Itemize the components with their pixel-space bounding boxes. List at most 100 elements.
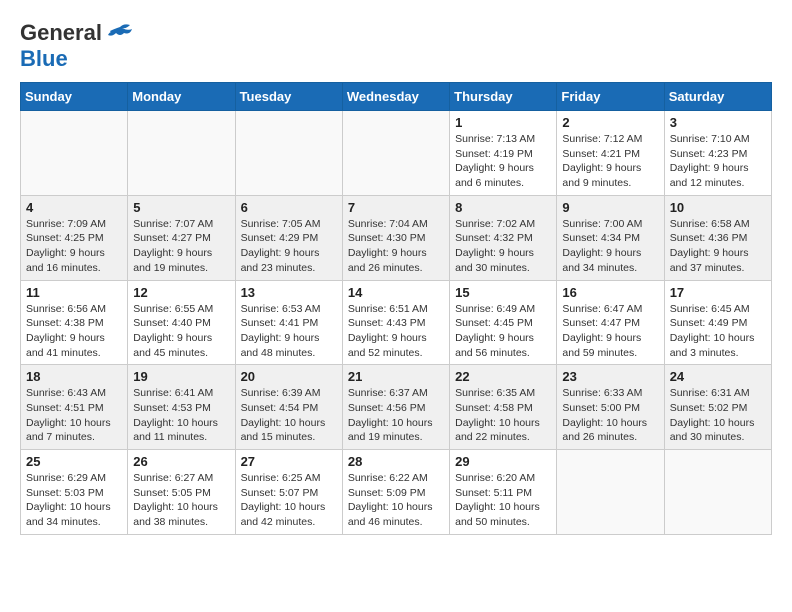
- day-number: 11: [26, 285, 122, 300]
- day-info: Sunrise: 6:20 AMSunset: 5:11 PMDaylight:…: [455, 471, 551, 530]
- day-info: Sunrise: 7:07 AMSunset: 4:27 PMDaylight:…: [133, 217, 229, 276]
- calendar-cell: 13 Sunrise: 6:53 AMSunset: 4:41 PMDayligh…: [235, 280, 342, 365]
- day-number: 10: [670, 200, 766, 215]
- day-info: Sunrise: 7:00 AMSunset: 4:34 PMDaylight:…: [562, 217, 658, 276]
- day-info: Sunrise: 6:35 AMSunset: 4:58 PMDaylight:…: [455, 386, 551, 445]
- day-info: Sunrise: 6:55 AMSunset: 4:40 PMDaylight:…: [133, 302, 229, 361]
- calendar-cell: [128, 111, 235, 196]
- day-number: 16: [562, 285, 658, 300]
- day-info: Sunrise: 6:25 AMSunset: 5:07 PMDaylight:…: [241, 471, 337, 530]
- header-sunday: Sunday: [21, 83, 128, 111]
- page-header: General Blue: [20, 20, 772, 72]
- calendar-cell: 26Sunrise: 6:27 AMSunset: 5:05 PMDayligh…: [128, 450, 235, 535]
- calendar-cell: 4 Sunrise: 7:09 AMSunset: 4:25 PMDaylight…: [21, 195, 128, 280]
- day-info: Sunrise: 6:31 AMSunset: 5:02 PMDaylight:…: [670, 386, 766, 445]
- day-info: Sunrise: 7:04 AMSunset: 4:30 PMDaylight:…: [348, 217, 444, 276]
- day-number: 27: [241, 454, 337, 469]
- day-info: Sunrise: 7:02 AMSunset: 4:32 PMDaylight:…: [455, 217, 551, 276]
- calendar-cell: 15 Sunrise: 6:49 AMSunset: 4:45 PMDayligh…: [450, 280, 557, 365]
- day-number: 13: [241, 285, 337, 300]
- calendar-header-row: SundayMondayTuesdayWednesdayThursdayFrid…: [21, 83, 772, 111]
- calendar-cell: 9 Sunrise: 7:00 AMSunset: 4:34 PMDaylight…: [557, 195, 664, 280]
- header-tuesday: Tuesday: [235, 83, 342, 111]
- calendar-cell: 25 Sunrise: 6:29 AMSunset: 5:03 PMDayligh…: [21, 450, 128, 535]
- day-info: Sunrise: 6:45 AMSunset: 4:49 PMDaylight:…: [670, 302, 766, 361]
- day-info: Sunrise: 6:22 AMSunset: 5:09 PMDaylight:…: [348, 471, 444, 530]
- day-info: Sunrise: 7:12 AMSunset: 4:21 PMDaylight:…: [562, 132, 658, 191]
- day-number: 23: [562, 369, 658, 384]
- calendar-cell: 27 Sunrise: 6:25 AMSunset: 5:07 PMDayligh…: [235, 450, 342, 535]
- calendar-cell: 18 Sunrise: 6:43 AMSunset: 4:51 PMDayligh…: [21, 365, 128, 450]
- day-number: 22: [455, 369, 551, 384]
- calendar-cell: 2 Sunrise: 7:12 AMSunset: 4:21 PMDaylight…: [557, 111, 664, 196]
- calendar-week-row: 18 Sunrise: 6:43 AMSunset: 4:51 PMDayligh…: [21, 365, 772, 450]
- day-info: Sunrise: 6:43 AMSunset: 4:51 PMDaylight:…: [26, 386, 122, 445]
- day-number: 7: [348, 200, 444, 215]
- calendar-cell: 7 Sunrise: 7:04 AMSunset: 4:30 PMDaylight…: [342, 195, 449, 280]
- day-info: Sunrise: 6:49 AMSunset: 4:45 PMDaylight:…: [455, 302, 551, 361]
- calendar-cell: 3 Sunrise: 7:10 AMSunset: 4:23 PMDaylight…: [664, 111, 771, 196]
- calendar-cell: 22 Sunrise: 6:35 AMSunset: 4:58 PMDayligh…: [450, 365, 557, 450]
- calendar-cell: 8Sunrise: 7:02 AMSunset: 4:32 PMDaylight…: [450, 195, 557, 280]
- day-number: 14: [348, 285, 444, 300]
- calendar-cell: [21, 111, 128, 196]
- day-number: 5: [133, 200, 229, 215]
- calendar-cell: 1 Sunrise: 7:13 AMSunset: 4:19 PMDaylight…: [450, 111, 557, 196]
- day-number: 18: [26, 369, 122, 384]
- day-number: 20: [241, 369, 337, 384]
- calendar-cell: 12 Sunrise: 6:55 AMSunset: 4:40 PMDayligh…: [128, 280, 235, 365]
- day-number: 15: [455, 285, 551, 300]
- calendar-cell: 29 Sunrise: 6:20 AMSunset: 5:11 PMDayligh…: [450, 450, 557, 535]
- calendar-cell: 17Sunrise: 6:45 AMSunset: 4:49 PMDayligh…: [664, 280, 771, 365]
- day-info: Sunrise: 6:27 AMSunset: 5:05 PMDaylight:…: [133, 471, 229, 530]
- logo-blue-text: Blue: [20, 46, 68, 71]
- day-number: 24: [670, 369, 766, 384]
- day-number: 3: [670, 115, 766, 130]
- day-info: Sunrise: 7:05 AMSunset: 4:29 PMDaylight:…: [241, 217, 337, 276]
- day-info: Sunrise: 6:41 AMSunset: 4:53 PMDaylight:…: [133, 386, 229, 445]
- calendar-cell: 24 Sunrise: 6:31 AMSunset: 5:02 PMDayligh…: [664, 365, 771, 450]
- calendar-week-row: 4 Sunrise: 7:09 AMSunset: 4:25 PMDaylight…: [21, 195, 772, 280]
- day-info: Sunrise: 7:10 AMSunset: 4:23 PMDaylight:…: [670, 132, 766, 191]
- header-monday: Monday: [128, 83, 235, 111]
- calendar-cell: [342, 111, 449, 196]
- calendar-cell: [664, 450, 771, 535]
- header-friday: Friday: [557, 83, 664, 111]
- day-number: 9: [562, 200, 658, 215]
- day-info: Sunrise: 6:37 AMSunset: 4:56 PMDaylight:…: [348, 386, 444, 445]
- day-number: 28: [348, 454, 444, 469]
- calendar-cell: [235, 111, 342, 196]
- header-thursday: Thursday: [450, 83, 557, 111]
- calendar-table: SundayMondayTuesdayWednesdayThursdayFrid…: [20, 82, 772, 535]
- day-number: 25: [26, 454, 122, 469]
- day-info: Sunrise: 6:29 AMSunset: 5:03 PMDaylight:…: [26, 471, 122, 530]
- logo: General Blue: [20, 20, 134, 72]
- day-number: 2: [562, 115, 658, 130]
- logo-general-text: General: [20, 20, 102, 46]
- calendar-week-row: 25 Sunrise: 6:29 AMSunset: 5:03 PMDayligh…: [21, 450, 772, 535]
- day-number: 29: [455, 454, 551, 469]
- day-number: 6: [241, 200, 337, 215]
- calendar-cell: 6 Sunrise: 7:05 AMSunset: 4:29 PMDaylight…: [235, 195, 342, 280]
- day-info: Sunrise: 6:58 AMSunset: 4:36 PMDaylight:…: [670, 217, 766, 276]
- day-number: 1: [455, 115, 551, 130]
- calendar-cell: 20Sunrise: 6:39 AMSunset: 4:54 PMDayligh…: [235, 365, 342, 450]
- calendar-week-row: 1 Sunrise: 7:13 AMSunset: 4:19 PMDaylight…: [21, 111, 772, 196]
- day-info: Sunrise: 7:13 AMSunset: 4:19 PMDaylight:…: [455, 132, 551, 191]
- calendar-cell: 19 Sunrise: 6:41 AMSunset: 4:53 PMDayligh…: [128, 365, 235, 450]
- day-number: 4: [26, 200, 122, 215]
- day-info: Sunrise: 6:47 AMSunset: 4:47 PMDaylight:…: [562, 302, 658, 361]
- calendar-cell: 28 Sunrise: 6:22 AMSunset: 5:09 PMDayligh…: [342, 450, 449, 535]
- day-number: 19: [133, 369, 229, 384]
- calendar-cell: 11Sunrise: 6:56 AMSunset: 4:38 PMDayligh…: [21, 280, 128, 365]
- day-info: Sunrise: 6:53 AMSunset: 4:41 PMDaylight:…: [241, 302, 337, 361]
- calendar-cell: 16 Sunrise: 6:47 AMSunset: 4:47 PMDayligh…: [557, 280, 664, 365]
- header-wednesday: Wednesday: [342, 83, 449, 111]
- logo-bird-icon: [106, 23, 134, 43]
- calendar-cell: 5 Sunrise: 7:07 AMSunset: 4:27 PMDaylight…: [128, 195, 235, 280]
- calendar-week-row: 11Sunrise: 6:56 AMSunset: 4:38 PMDayligh…: [21, 280, 772, 365]
- calendar-cell: 10 Sunrise: 6:58 AMSunset: 4:36 PMDayligh…: [664, 195, 771, 280]
- day-info: Sunrise: 6:33 AMSunset: 5:00 PMDaylight:…: [562, 386, 658, 445]
- day-info: Sunrise: 7:09 AMSunset: 4:25 PMDaylight:…: [26, 217, 122, 276]
- day-number: 12: [133, 285, 229, 300]
